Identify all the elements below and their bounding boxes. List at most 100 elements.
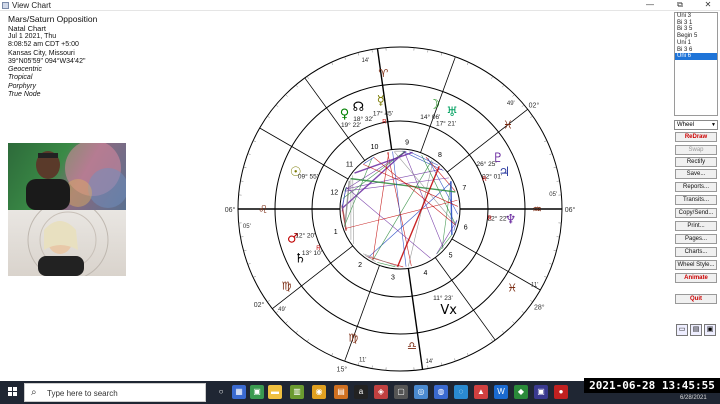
chevron-down-icon: ▼ <box>711 122 716 128</box>
degree-tick <box>243 166 247 169</box>
chart-list[interactable]: Uni 3 Bi 3 1 Bi 3 5 Begin 5 Uni 1 Bi 3 6… <box>674 12 718 116</box>
aspect-line <box>403 151 444 248</box>
app-icon[interactable]: ▢ <box>394 385 408 399</box>
list-item[interactable]: Bi 3 5 <box>675 26 717 33</box>
webcam-feed-1 <box>8 143 126 210</box>
animate-button[interactable]: Animate <box>675 273 717 283</box>
app-icon[interactable]: ▥ <box>290 385 304 399</box>
list-item-selected[interactable]: Uni 6 <box>675 53 717 60</box>
redraw-button[interactable]: ReDraw <box>675 132 717 142</box>
taskbar-search[interactable]: ⌕ Type here to search <box>24 383 206 402</box>
search-icon: ⌕ <box>31 387 37 398</box>
house-number: 11 <box>346 161 353 168</box>
app-icon[interactable]: ◍ <box>434 385 448 399</box>
list-item[interactable]: Begin 5 <box>675 33 717 40</box>
task-view-icon[interactable]: ○ <box>214 385 228 399</box>
app-icon[interactable]: ▣ <box>534 385 548 399</box>
transits-button[interactable]: Transits... <box>675 195 717 205</box>
app-icon <box>2 2 9 9</box>
degree-tick <box>371 49 373 53</box>
monitor-icon[interactable]: ▭ <box>676 324 688 336</box>
print-icon[interactable]: ▤ <box>690 324 702 336</box>
webcam-feed-2 <box>8 210 126 276</box>
degree-tick <box>491 339 494 342</box>
minimize-button[interactable]: — <box>640 0 660 11</box>
folder-icon[interactable]: ▬ <box>268 385 282 399</box>
degree-tick <box>267 300 270 303</box>
cusp-degree: 28° <box>534 304 545 312</box>
wheel-style-button[interactable]: Wheel Style... <box>675 260 717 270</box>
chart-setting: Tropical <box>8 74 33 82</box>
pages-button[interactable]: Pages... <box>675 234 717 244</box>
quit-button[interactable]: Quit <box>675 294 717 304</box>
aspect-line <box>396 166 440 268</box>
app-icon[interactable]: ◆ <box>514 385 528 399</box>
rectify-button[interactable]: Rectify <box>675 157 717 167</box>
store-icon[interactable]: ▤ <box>334 385 348 399</box>
zodiac-sign-glyph: ♓ <box>503 119 513 132</box>
app-icon[interactable]: ● <box>554 385 568 399</box>
aspect-line <box>346 187 431 259</box>
list-item[interactable]: Bi 3 6 <box>675 47 717 54</box>
degree-tick <box>427 365 429 369</box>
cusp-degree: 06° <box>225 206 236 214</box>
list-item[interactable]: Uni 3 <box>675 13 717 20</box>
degree-tick <box>344 56 346 60</box>
save-button[interactable]: Save... <box>675 169 717 179</box>
natal-chart-wheel[interactable]: 12345678910111206°♌05'23°♈14'06°♒05'24°♎… <box>216 37 584 383</box>
cusp-minute: 14' <box>361 58 369 64</box>
timestamp-overlay: 2021-06-28 13:45:55 <box>584 378 720 393</box>
restore-button[interactable]: ⧉ <box>670 0 690 11</box>
cusp-degree: 06° <box>565 206 576 214</box>
tool-icons: ▭ ▤ ▣ <box>674 318 720 336</box>
chart-time: 8:08:52 am CDT +5:00 <box>8 41 79 49</box>
cusp-degree: 02° <box>254 301 265 309</box>
windows-start-button[interactable] <box>8 387 18 397</box>
degree-tick <box>553 249 557 252</box>
house-cusp-line <box>451 238 541 291</box>
close-button[interactable]: ✕ <box>698 0 718 11</box>
title-bar: View Chart — ⧉ ✕ <box>0 0 720 11</box>
swap-button[interactable]: Swap <box>675 145 717 155</box>
copy-send-button[interactable]: Copy/Send... <box>675 208 717 218</box>
reports-button[interactable]: Reports... <box>675 182 717 192</box>
retrograde-marker: R <box>487 216 492 222</box>
app-icon[interactable]: ▲ <box>474 385 488 399</box>
word-icon[interactable]: W <box>494 385 508 399</box>
charts-button[interactable]: Charts... <box>675 247 717 257</box>
planet-glyph: ☊ <box>353 100 365 115</box>
house-number: 10 <box>371 144 379 151</box>
house-number: 8 <box>438 152 442 159</box>
degree-tick <box>512 321 515 324</box>
chart-info: Mars/Saturn Opposition Natal Chart Jul 1… <box>8 14 97 99</box>
house-number: 4 <box>424 270 428 277</box>
list-item[interactable]: Bi 3 1 <box>675 20 717 27</box>
degree-tick <box>253 276 256 278</box>
cusp-minute: 11' <box>359 357 366 363</box>
app-icon[interactable]: ▣ <box>250 385 264 399</box>
degree-tick <box>243 249 247 252</box>
cusp-minute: 11' <box>531 283 538 289</box>
house-number: 12 <box>330 189 338 196</box>
degree-tick <box>521 311 525 314</box>
amazon-icon[interactable]: a <box>354 385 368 399</box>
copy-icon[interactable]: ▣ <box>704 324 716 336</box>
app-icon[interactable]: ◉ <box>312 385 326 399</box>
list-item[interactable]: Uni 1 <box>675 40 717 47</box>
print-button[interactable]: Print... <box>675 221 717 231</box>
planet-glyph: ☽ <box>428 97 440 112</box>
planet-glyph: Vx <box>440 303 457 318</box>
zodiac-sign-glyph: ♌ <box>258 203 268 216</box>
camera-icon[interactable]: ◎ <box>414 385 428 399</box>
wheel-select[interactable]: Wheel ▼ <box>674 120 718 130</box>
app-icon[interactable]: ▦ <box>232 385 246 399</box>
app-icon[interactable]: ◈ <box>374 385 388 399</box>
planet-glyph: ♅ <box>446 105 458 120</box>
degree-tick <box>549 263 553 265</box>
app-icon[interactable]: ◌ <box>454 385 468 399</box>
control-panel: Uni 3 Bi 3 1 Bi 3 5 Begin 5 Uni 1 Bi 3 6… <box>674 11 720 381</box>
retrograde-marker: R <box>482 177 487 183</box>
aspect-line <box>345 168 443 190</box>
house-number: 5 <box>449 253 453 260</box>
planet-degree-label: 26° 25' <box>476 160 496 168</box>
